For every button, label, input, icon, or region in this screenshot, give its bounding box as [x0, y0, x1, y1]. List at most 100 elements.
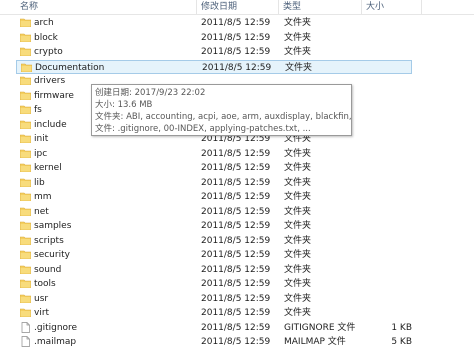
column-header-size[interactable]: 大小 — [362, 0, 422, 14]
folder-icon — [19, 33, 32, 42]
file-name: .mailmap — [34, 337, 77, 347]
file-type: 文件夹 — [284, 308, 312, 318]
file-date: 2011/8/5 12:59 — [201, 163, 271, 173]
file-name: net — [34, 206, 49, 217]
file-date: 2011/8/5 12:59 — [201, 322, 271, 333]
folder-row[interactable]: sound 2011/8/5 12:59 文件夹 — [16, 263, 412, 277]
file-date: 2011/8/5 12:59 — [201, 337, 271, 347]
file-name: usr — [34, 293, 49, 304]
folder-row[interactable]: virt 2011/8/5 12:59 文件夹 — [16, 306, 412, 320]
file-size: 1 KB — [391, 322, 412, 333]
folder-icon — [19, 221, 32, 231]
column-header-date[interactable]: 修改日期 — [197, 0, 280, 14]
column-header-bar: 名称 ⌃ 修改日期 类型 大小 — [0, 0, 474, 15]
tooltip-created-date: 创建日期: 2017/9/23 22:02 — [95, 88, 206, 98]
file-type: 文件夹 — [284, 163, 312, 173]
folder-row[interactable]: security 2011/8/5 12:59 文件夹 — [16, 248, 412, 262]
file-type: 文件夹 — [284, 250, 312, 260]
folder-row[interactable]: Documentation 2011/8/5 12:59 文件夹 — [16, 59, 412, 74]
file-date: 2011/8/5 12:59 — [201, 206, 271, 217]
folder-icon — [19, 18, 32, 28]
folder-row[interactable]: crypto 2011/8/5 12:59 文件夹 — [16, 45, 412, 59]
file-date: 2011/8/5 12:59 — [201, 192, 271, 202]
folder-icon — [19, 192, 32, 202]
file-type: 文件夹 — [284, 18, 312, 28]
folder-icon — [19, 105, 32, 115]
folder-icon — [19, 47, 32, 57]
folder-icon — [19, 279, 32, 289]
column-header-name[interactable]: 名称 — [16, 0, 200, 14]
file-type: 文件夹 — [284, 279, 312, 289]
folder-row[interactable]: scripts 2011/8/5 12:59 文件夹 — [16, 234, 412, 248]
folder-row[interactable]: lib 2011/8/5 12:59 文件夹 — [16, 176, 412, 190]
folder-icon — [19, 91, 32, 100]
folder-row[interactable]: tools 2011/8/5 12:59 文件夹 — [16, 277, 412, 291]
folder-icon — [19, 308, 32, 318]
column-separator[interactable] — [421, 0, 422, 14]
file-name: .gitignore — [34, 322, 78, 333]
file-name: firmware — [34, 90, 74, 101]
folder-row[interactable]: net 2011/8/5 12:59 文件夹 — [16, 205, 412, 219]
folder-icon — [19, 250, 32, 260]
folder-row[interactable]: usr 2011/8/5 12:59 文件夹 — [16, 292, 412, 306]
file-name: include — [34, 119, 67, 130]
file-type: 文件夹 — [284, 264, 312, 275]
file-date: 2011/8/5 12:59 — [202, 62, 272, 73]
folder-row[interactable]: mm 2011/8/5 12:59 文件夹 — [16, 190, 412, 204]
folder-row[interactable]: ipc 2011/8/5 12:59 文件夹 — [16, 147, 412, 161]
file-type: MAILMAP 文件 — [284, 337, 346, 347]
tooltip-files: 文件: .gitignore, 00-INDEX, applying-patch… — [95, 124, 311, 134]
file-name: init — [34, 134, 49, 144]
file-name: kernel — [34, 163, 62, 173]
folder-icon — [19, 163, 32, 173]
file-row[interactable]: .gitignore 2011/8/5 12:59 GITIGNORE 文件 1 KB — [16, 321, 412, 335]
file-date: 2011/8/5 12:59 — [201, 32, 271, 43]
file-name: arch — [34, 18, 54, 28]
file-type: 文件夹 — [284, 32, 312, 43]
file-name: drivers — [34, 76, 66, 86]
folder-info-tooltip: 创建日期: 2017/9/23 22:02 大小: 13.6 MB 文件夹: A… — [91, 84, 352, 136]
folder-icon — [19, 178, 32, 187]
file-name: sound — [34, 264, 62, 275]
file-name: security — [34, 250, 70, 260]
file-date: 2011/8/5 12:59 — [201, 279, 271, 289]
file-type: 文件夹 — [284, 206, 312, 217]
file-date: 2011/8/5 12:59 — [201, 148, 271, 159]
folder-row[interactable]: block 2011/8/5 12:59 文件夹 — [16, 31, 412, 45]
file-name: mm — [34, 192, 52, 202]
file-icon — [20, 336, 31, 347]
file-type: 文件夹 — [285, 62, 313, 73]
file-type: 文件夹 — [284, 47, 312, 57]
file-date: 2011/8/5 12:59 — [201, 250, 271, 260]
folder-icon — [19, 134, 32, 144]
folder-icon — [19, 294, 32, 303]
file-size: 5 KB — [391, 337, 412, 347]
file-date: 2011/8/5 12:59 — [201, 293, 271, 304]
folder-row[interactable]: samples 2011/8/5 12:59 文件夹 — [16, 219, 412, 233]
file-date: 2011/8/5 12:59 — [201, 235, 271, 246]
file-type: 文件夹 — [284, 177, 312, 188]
file-row[interactable]: .mailmap 2011/8/5 12:59 MAILMAP 文件 5 KB — [16, 335, 412, 349]
file-type: 文件夹 — [284, 148, 312, 159]
folder-row[interactable]: kernel 2011/8/5 12:59 文件夹 — [16, 161, 412, 175]
file-type: 文件夹 — [284, 235, 312, 246]
file-date: 2011/8/5 12:59 — [201, 47, 271, 57]
file-name: Documentation — [35, 62, 105, 73]
file-date: 2011/8/5 12:59 — [201, 308, 271, 318]
file-name: ipc — [34, 148, 48, 159]
file-name: tools — [34, 279, 56, 289]
folder-icon — [20, 63, 33, 72]
file-type: 文件夹 — [284, 192, 312, 202]
file-date: 2011/8/5 12:59 — [201, 18, 271, 28]
file-type: 文件夹 — [284, 221, 312, 231]
folder-row[interactable]: arch 2011/8/5 12:59 文件夹 — [16, 16, 412, 30]
file-date: 2011/8/5 12:59 — [201, 264, 271, 275]
column-header-type[interactable]: 类型 — [279, 0, 362, 14]
file-name: fs — [34, 105, 42, 115]
folder-icon — [19, 76, 32, 86]
file-name: scripts — [34, 235, 64, 246]
tooltip-size: 大小: 13.6 MB — [95, 100, 153, 110]
file-date: 2011/8/5 12:59 — [201, 177, 271, 188]
folder-icon — [19, 236, 32, 245]
folder-icon — [19, 149, 32, 158]
